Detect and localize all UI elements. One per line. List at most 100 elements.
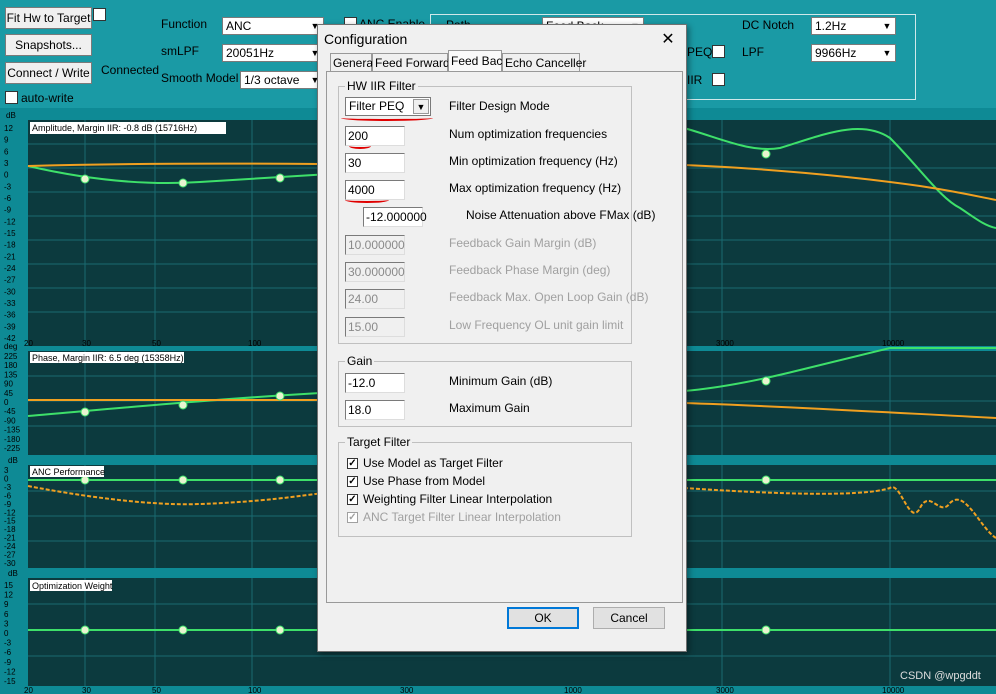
tab-general[interactable]: General <box>330 53 376 71</box>
min-freq-field[interactable]: 30 <box>345 153 405 173</box>
amplitude-y-tick: -12 <box>4 217 16 226</box>
amplitude-y-tick: -27 <box>4 276 16 285</box>
phase-y-tick: -90 <box>4 416 16 425</box>
connect-write-button[interactable]: Connect / Write <box>5 62 92 84</box>
amplitude-y-tick: -36 <box>4 311 16 320</box>
amplitude-y-tick: 3 <box>4 159 9 168</box>
y-unit-label: deg <box>4 342 17 351</box>
anc-target-interp-label: ANC Target Filter Linear Interpolation <box>363 510 561 524</box>
x-tick-label: 20 <box>24 686 33 694</box>
close-icon[interactable]: ✕ <box>658 29 678 49</box>
lpf-select[interactable]: 9966Hz ▼ <box>811 44 896 62</box>
red-underline-annotation <box>349 143 371 149</box>
chevron-down-icon: ▼ <box>880 46 894 60</box>
tab-feed-back[interactable]: Feed Back <box>448 50 508 72</box>
fit-hw-to-target-button[interactable]: Fit Hw to Target <box>5 7 92 29</box>
target-filter-title: Target Filter <box>345 435 413 449</box>
y-unit-label: dB <box>8 456 18 465</box>
smooth-model-label: Smooth Model <box>161 71 239 85</box>
phase-margin-field: 30.000000 <box>345 262 405 282</box>
amplitude-y-tick: -3 <box>4 182 12 191</box>
weight-y-tick: -12 <box>4 667 16 676</box>
red-underline-annotation <box>341 115 433 121</box>
lpf-label: LPF <box>742 45 765 59</box>
use-model-checkbox[interactable]: ✓ <box>347 458 358 469</box>
smooth-model-value: 1/3 octave <box>244 73 300 87</box>
weight-y-tick: 12 <box>4 591 13 600</box>
max-gain-field[interactable]: 18.0 <box>345 400 405 420</box>
fit-hw-checkbox[interactable] <box>93 8 106 21</box>
max-open-loop-gain-label: Feedback Max. Open Loop Gain (dB) <box>449 290 649 304</box>
peq-checkbox[interactable] <box>712 45 725 58</box>
smlpf-label: smLPF <box>161 44 200 58</box>
tab-feed-forward[interactable]: Feed Forward <box>372 53 450 71</box>
auto-write-checkbox[interactable] <box>5 91 18 104</box>
filter-design-label: Filter Design Mode <box>449 99 550 113</box>
weight-y-tick: 3 <box>4 619 9 628</box>
use-phase-checkbox[interactable]: ✓ <box>347 476 358 487</box>
x-tick-label: 3000 <box>716 339 734 348</box>
cancel-button[interactable]: Cancel <box>593 607 665 629</box>
num-freq-label: Num optimization frequencies <box>449 127 608 141</box>
use-phase-label: Use Phase from Model <box>363 474 486 488</box>
weight-y-tick: 9 <box>4 600 9 609</box>
phase-y-tick: -45 <box>4 407 16 416</box>
tab-echo-canceller[interactable]: Echo Canceller <box>502 53 586 71</box>
smlpf-select[interactable]: 20051Hz ▼ <box>222 44 324 62</box>
phase-y-tick: -225 <box>4 444 21 453</box>
low-freq-limit-label: Low Frequency OL unit gain limit <box>449 318 624 332</box>
x-tick-label: 3000 <box>716 686 734 694</box>
noise-attenuation-field[interactable]: -12.000000 <box>363 207 427 227</box>
max-gain-label: Maximum Gain <box>449 401 530 415</box>
dc-notch-value: 1.2Hz <box>815 19 847 33</box>
hw-iir-filter-title: HW IIR Filter <box>345 79 418 93</box>
weight-y-tick: 6 <box>4 610 9 619</box>
snapshots-button[interactable]: Snapshots... <box>5 34 92 56</box>
weighting-interp-checkbox[interactable]: ✓ <box>347 494 358 505</box>
amplitude-y-tick: 9 <box>4 136 9 145</box>
smooth-model-select[interactable]: 1/3 octave ▼ <box>240 71 324 89</box>
dialog-title: Configuration <box>324 31 408 47</box>
min-freq-label: Min optimization frequency (Hz) <box>449 154 618 168</box>
amplitude-y-tick: -15 <box>4 229 16 238</box>
lpf-value: 9966Hz <box>815 46 857 60</box>
min-gain-field[interactable]: -12.0 <box>345 373 405 393</box>
iir-label: IIR <box>687 73 703 87</box>
amplitude-y-tick: -39 <box>4 322 16 331</box>
connected-status: Connected <box>101 63 160 77</box>
min-gain-label: Minimum Gain (dB) <box>449 374 553 388</box>
dc-notch-select[interactable]: 1.2Hz ▼ <box>811 17 896 35</box>
function-select[interactable]: ANC ▼ <box>222 17 324 35</box>
phase-y-tick: 225 <box>4 352 18 361</box>
function-label: Function <box>161 17 208 31</box>
x-tick-label: 100 <box>248 686 262 694</box>
watermark: CSDN @wpgddt <box>900 670 981 682</box>
chevron-down-icon: ▼ <box>880 19 894 33</box>
anc-performance-title: ANC Performance <box>32 467 105 477</box>
y-unit-label: dB <box>6 111 16 120</box>
ok-button[interactable]: OK <box>507 607 579 629</box>
x-tick-label: 300 <box>400 686 414 694</box>
phase-y-tick: 45 <box>4 389 13 398</box>
y-unit-label: dB <box>8 569 18 578</box>
dc-notch-label: DC Notch <box>742 18 795 32</box>
phase-margin-label: Feedback Phase Margin (deg) <box>449 263 611 277</box>
phase-y-tick: 0 <box>4 398 9 407</box>
use-model-label: Use Model as Target Filter <box>363 456 503 470</box>
weighting-interp-label: Weighting Filter Linear Interpolation <box>363 492 553 506</box>
x-tick-label: 20 <box>24 339 33 348</box>
weight-y-tick: -15 <box>4 677 16 686</box>
smlpf-value: 20051Hz <box>226 46 275 60</box>
x-tick-label: 30 <box>82 686 91 694</box>
amplitude-y-tick: -21 <box>4 252 16 261</box>
x-tick-label: 1000 <box>564 686 582 694</box>
auto-write-label: auto-write <box>21 91 74 105</box>
filter-design-select[interactable]: Filter PEQ ▼ <box>345 97 431 116</box>
phase-title: Phase, Margin IIR: 6.5 deg (15358Hz) <box>32 353 184 363</box>
iir-checkbox[interactable] <box>712 73 725 86</box>
amplitude-y-tick: -18 <box>4 241 16 250</box>
target-filter-group: Target Filter ✓ Use Model as Target Filt… <box>338 435 632 537</box>
low-freq-limit-field: 15.00 <box>345 317 405 337</box>
phase-y-tick: 135 <box>4 370 18 379</box>
phase-y-tick: -135 <box>4 426 21 435</box>
